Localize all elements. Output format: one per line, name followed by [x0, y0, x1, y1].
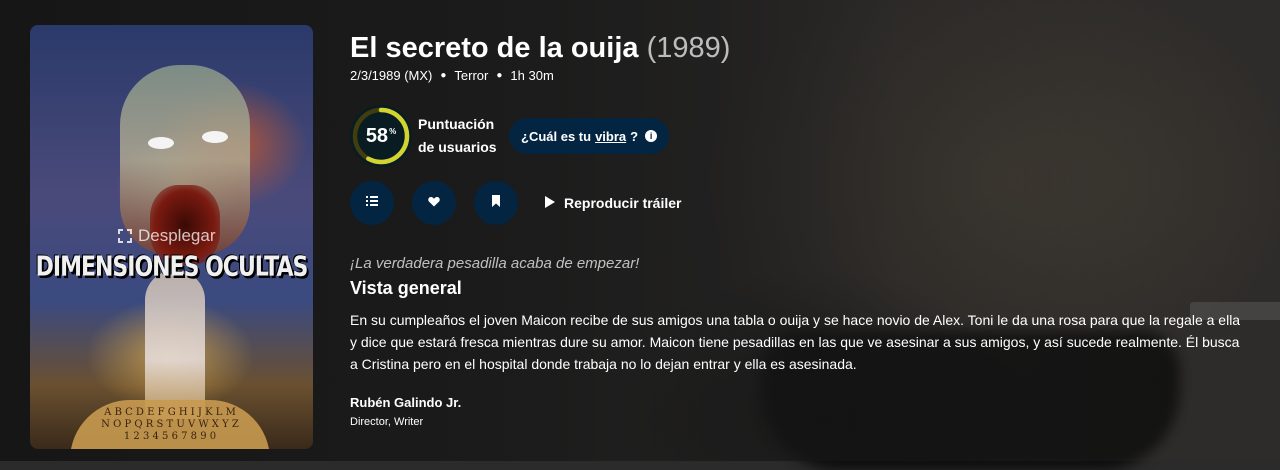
movie-title-link[interactable]: El secreto de la ouija [350, 32, 639, 64]
board-letters-row-1: A B C D E F G H I J K L M [104, 407, 236, 418]
user-score-chart[interactable]: 58% [350, 105, 412, 167]
separator-dot: ● [440, 70, 447, 81]
poster-eye-right [202, 131, 228, 143]
score-unit: % [389, 126, 397, 136]
genre-link[interactable]: Terror [454, 68, 488, 83]
play-trailer-button[interactable]: Reproducir tráiler [544, 195, 681, 212]
movie-facts: 2/3/1989 (MX) ● Terror ● 1h 30m [350, 68, 1250, 83]
crew-role: Director, Writer [350, 416, 424, 428]
expand-poster-button[interactable]: Desplegar [118, 226, 216, 246]
expand-icon [118, 229, 132, 243]
board-numbers-row: 1 2 3 4 5 6 7 8 9 0 [123, 431, 217, 442]
poster-figure [145, 270, 205, 420]
watchlist-button[interactable] [474, 181, 518, 225]
score-number: 58 [365, 124, 389, 147]
movie-info: El secreto de la ouija (1989) 2/3/1989 (… [350, 30, 1250, 428]
crew-name-link[interactable]: Rubén Galindo Jr. [350, 395, 1250, 410]
board-letters-row-2: N O P Q R S T U V W X Y Z [101, 419, 239, 430]
vibe-button[interactable]: ¿Cuál es tu vibra? i [509, 118, 670, 154]
bookmark-icon [491, 194, 501, 212]
heart-icon [428, 194, 440, 212]
overview-text: En su cumpleaños el joven Maicon recibe … [350, 312, 1241, 372]
crew-profile: Rubén Galindo Jr. Director, Writer [350, 395, 1250, 428]
vibe-link[interactable]: vibra [595, 129, 626, 144]
expand-label: Desplegar [138, 226, 216, 245]
runtime: 1h 30m [510, 68, 554, 83]
vibe-prefix: ¿Cuál es tu [521, 128, 592, 144]
trailer-label: Reproducir tráiler [564, 195, 682, 211]
poster-board-letters: A B C D E F G H I J K L M N O P Q R S T … [75, 407, 265, 443]
page-title: El secreto de la ouija (1989) [350, 30, 1250, 66]
poster-eye-left [148, 137, 174, 149]
poster-title-art: DIMENSIONES OCULTAS [35, 251, 309, 284]
movie-year: (1989) [646, 32, 731, 64]
list-icon [366, 194, 378, 212]
vibe-suffix: ? [630, 128, 639, 144]
favorite-button[interactable] [412, 181, 456, 225]
overview-heading: Vista general [350, 278, 462, 298]
action-bar: Reproducir tráiler [350, 181, 1250, 225]
info-icon[interactable]: i [645, 130, 658, 142]
add-to-list-button[interactable] [350, 181, 394, 225]
score-label: Puntuación de usuarios [418, 116, 497, 155]
release-date: 2/3/1989 (MX) [350, 68, 433, 83]
tagline: ¡La verdadera pesadilla acaba de empezar… [350, 255, 640, 272]
score-row: 58% Puntuación de usuarios ¿Cuál es tu v… [350, 105, 1250, 167]
score-value: 58% [350, 105, 412, 167]
play-icon [544, 195, 556, 212]
separator-dot: ● [496, 70, 503, 81]
